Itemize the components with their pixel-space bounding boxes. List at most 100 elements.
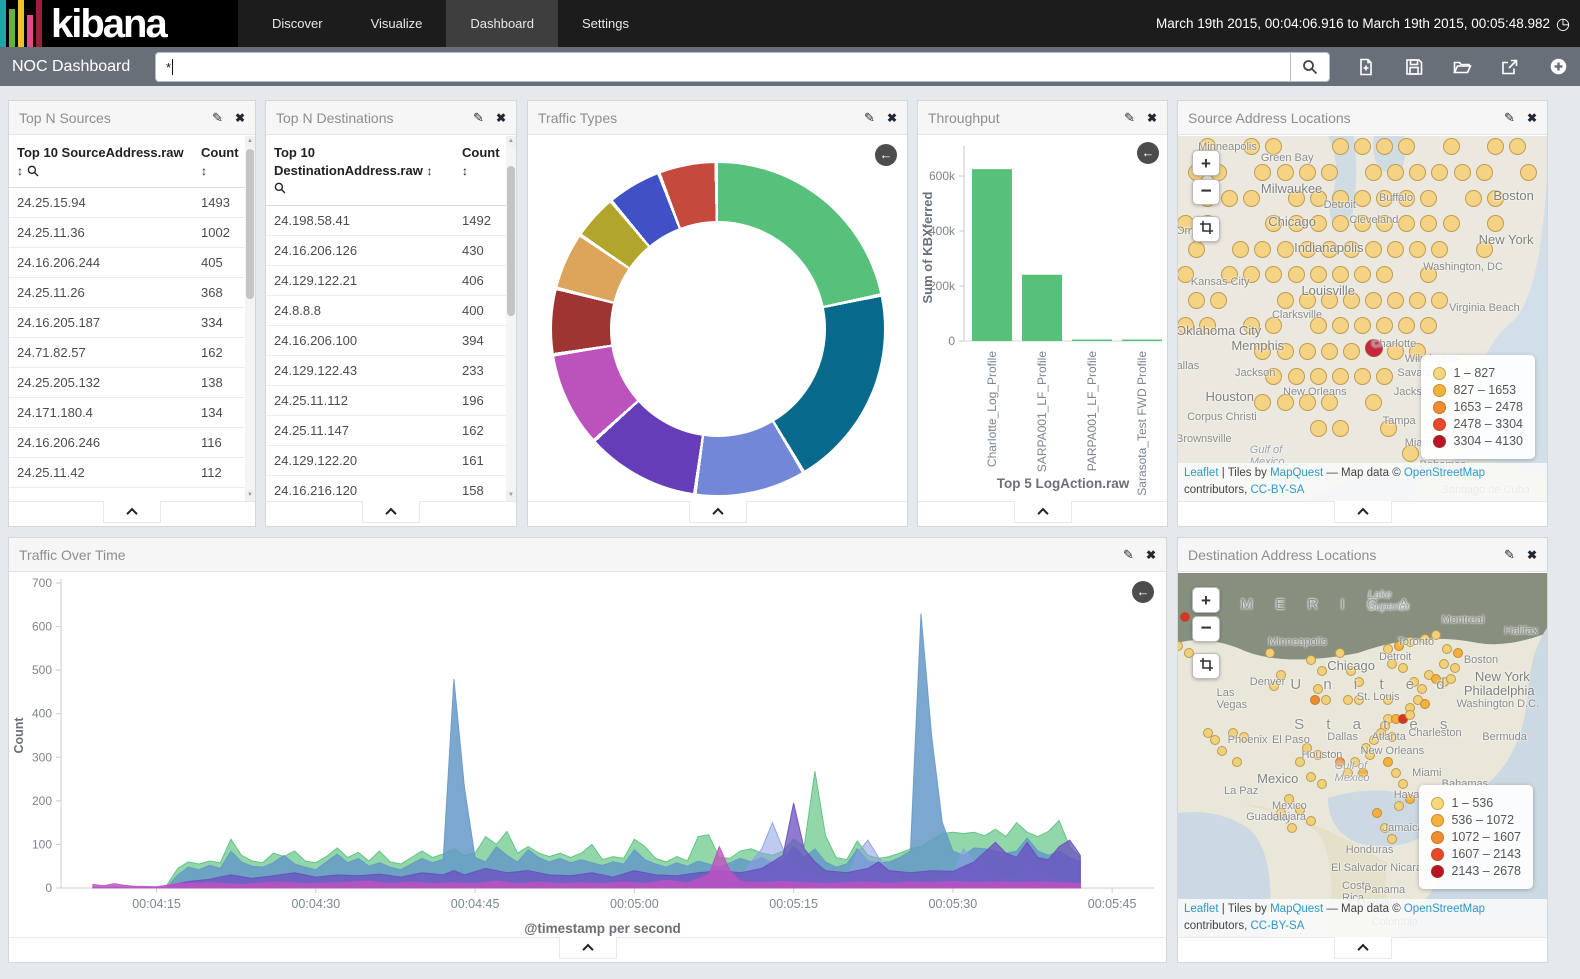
map-data-dot[interactable]: [1332, 420, 1349, 437]
map-data-dot[interactable]: [1365, 292, 1382, 309]
table-row[interactable]: 24.171.180.4134: [9, 398, 255, 428]
map-data-dot[interactable]: [1420, 699, 1430, 709]
map-data-dot[interactable]: [1310, 695, 1320, 705]
map-data-dot[interactable]: [1254, 241, 1271, 258]
map-data-dot[interactable]: [1277, 292, 1294, 309]
collapse-panel-button[interactable]: [1014, 501, 1072, 523]
collapse-panel-button[interactable]: [1334, 937, 1392, 959]
map-data-dot[interactable]: [1442, 644, 1452, 654]
map-data-dot[interactable]: [1398, 138, 1415, 155]
map-data-dot[interactable]: [1332, 368, 1349, 385]
map-data-dot[interactable]: [1254, 164, 1271, 181]
map-data-dot[interactable]: [1409, 164, 1426, 181]
nav-settings[interactable]: Settings: [558, 0, 653, 47]
map-data-dot[interactable]: [1398, 317, 1415, 334]
map-data-dot[interactable]: [1321, 695, 1331, 705]
traffic-over-time-area-chart[interactable]: 0100200300400500600700Count00:04:1500:04…: [9, 573, 1166, 937]
map-data-dot[interactable]: [1354, 190, 1371, 207]
bar-Sarasota_Test FWD Profile[interactable]: [1122, 340, 1162, 342]
table-row[interactable]: 24.129.122.21406: [266, 265, 516, 295]
map-data-dot[interactable]: [1431, 241, 1448, 258]
column-header-term[interactable]: Top 10 DestinationAddress.raw ↕: [266, 136, 454, 205]
attribution-link[interactable]: MapQuest: [1270, 467, 1323, 479]
save-icon[interactable]: [1404, 57, 1424, 77]
map-data-dot[interactable]: [1509, 138, 1526, 155]
map-data-dot[interactable]: [1306, 816, 1316, 826]
map-data-dot[interactable]: [1277, 164, 1294, 181]
map-data-dot[interactable]: [1376, 138, 1393, 155]
throughput-bar-chart[interactable]: 0200k400k600kSum of KBXferredCharlotte_L…: [918, 136, 1167, 501]
map-data-dot[interactable]: [1391, 768, 1401, 778]
table-scrollbar[interactable]: ▲ ▼: [506, 136, 516, 501]
map-data-dot[interactable]: [1476, 164, 1493, 181]
time-range-picker[interactable]: March 19th 2015, 00:04:06.916 to March 1…: [1156, 0, 1570, 47]
sort-icon[interactable]: ↕: [17, 164, 23, 178]
magnifier-icon[interactable]: [274, 180, 286, 195]
map-data-dot[interactable]: [1288, 368, 1305, 385]
new-dashboard-icon[interactable]: [1356, 57, 1376, 77]
area-series-blue[interactable]: [93, 614, 1080, 889]
nav-dashboard[interactable]: Dashboard: [446, 0, 558, 47]
magnifier-icon[interactable]: [27, 163, 39, 178]
table-row[interactable]: 24.129.122.20161: [266, 445, 516, 475]
map-data-dot[interactable]: [1398, 779, 1408, 789]
map-data-dot[interactable]: [1487, 138, 1504, 155]
sort-icon[interactable]: ↕: [201, 164, 207, 178]
map-data-dot[interactable]: [1365, 241, 1382, 258]
attribution-link[interactable]: OpenStreetMap: [1404, 467, 1485, 479]
map-data-dot[interactable]: [1232, 241, 1249, 258]
bar-Charlotte_Log_Profile[interactable]: [972, 169, 1012, 341]
sort-icon[interactable]: ↕: [462, 164, 468, 178]
map-data-dot[interactable]: [1443, 215, 1460, 232]
map-data-dot[interactable]: [1317, 666, 1327, 676]
attribution-link[interactable]: Leaflet: [1184, 903, 1219, 915]
map-data-dot[interactable]: [1420, 215, 1437, 232]
map-data-dot[interactable]: [1321, 343, 1338, 360]
close-panel-icon[interactable]: ✖: [235, 111, 245, 125]
map-data-dot[interactable]: [1376, 266, 1393, 283]
map-data-dot[interactable]: [1387, 241, 1404, 258]
map-data-dot[interactable]: [1354, 368, 1371, 385]
map-zoom-out-button[interactable]: −: [1192, 179, 1220, 205]
map-data-dot[interactable]: [1188, 241, 1205, 258]
map-data-dot[interactable]: [1365, 394, 1382, 411]
table-row[interactable]: 24.8.8.8400: [266, 295, 516, 325]
map-data-dot[interactable]: [1210, 292, 1227, 309]
table-scrollbar[interactable]: ▲ ▼: [245, 136, 255, 501]
kibana-logo[interactable]: kibana: [0, 0, 238, 47]
back-arrow-icon[interactable]: ←: [1137, 142, 1159, 164]
destination-map[interactable]: A M E R I C ALakeSuperiorMontrealHalifax…: [1178, 573, 1547, 937]
map-data-dot[interactable]: [1398, 663, 1408, 673]
map-data-dot[interactable]: [1335, 648, 1345, 658]
edit-panel-icon[interactable]: ✎: [1504, 547, 1515, 563]
map-zoom-in-button[interactable]: +: [1192, 150, 1220, 176]
bar-PARPA001_LF_Profile[interactable]: [1072, 340, 1112, 342]
panel-header[interactable]: Source Address Locations ✎ ✖: [1178, 101, 1547, 135]
map-data-dot[interactable]: [1217, 746, 1227, 756]
map-data-dot[interactable]: [1180, 612, 1190, 622]
close-panel-icon[interactable]: ✖: [1146, 548, 1156, 562]
map-data-dot[interactable]: [1306, 655, 1316, 665]
nav-discover[interactable]: Discover: [248, 0, 347, 47]
panel-header[interactable]: Top N Sources ✎ ✖: [9, 101, 255, 135]
map-data-dot[interactable]: [1306, 772, 1316, 782]
attribution-link[interactable]: OpenStreetMap: [1404, 903, 1485, 915]
map-data-dot[interactable]: [1265, 266, 1282, 283]
edit-panel-icon[interactable]: ✎: [1124, 110, 1135, 126]
map-data-dot[interactable]: [1232, 757, 1242, 767]
collapse-panel-button[interactable]: [559, 937, 617, 959]
collapse-panel-button[interactable]: [1334, 501, 1392, 523]
table-row[interactable]: 24.25.11.361002: [9, 218, 255, 248]
edit-panel-icon[interactable]: ✎: [1123, 547, 1134, 563]
map-data-dot[interactable]: [1321, 164, 1338, 181]
map-data-dot[interactable]: [1372, 808, 1382, 818]
map-data-dot[interactable]: [1354, 266, 1371, 283]
edit-panel-icon[interactable]: ✎: [1504, 110, 1515, 126]
table-row[interactable]: 24.129.122.43233: [266, 355, 516, 385]
map-data-dot[interactable]: [1332, 266, 1349, 283]
map-data-dot[interactable]: [1520, 164, 1537, 181]
share-icon[interactable]: [1500, 57, 1520, 77]
map-data-dot[interactable]: [1299, 343, 1316, 360]
map-data-dot[interactable]: [1310, 266, 1327, 283]
map-data-dot[interactable]: [1310, 368, 1327, 385]
